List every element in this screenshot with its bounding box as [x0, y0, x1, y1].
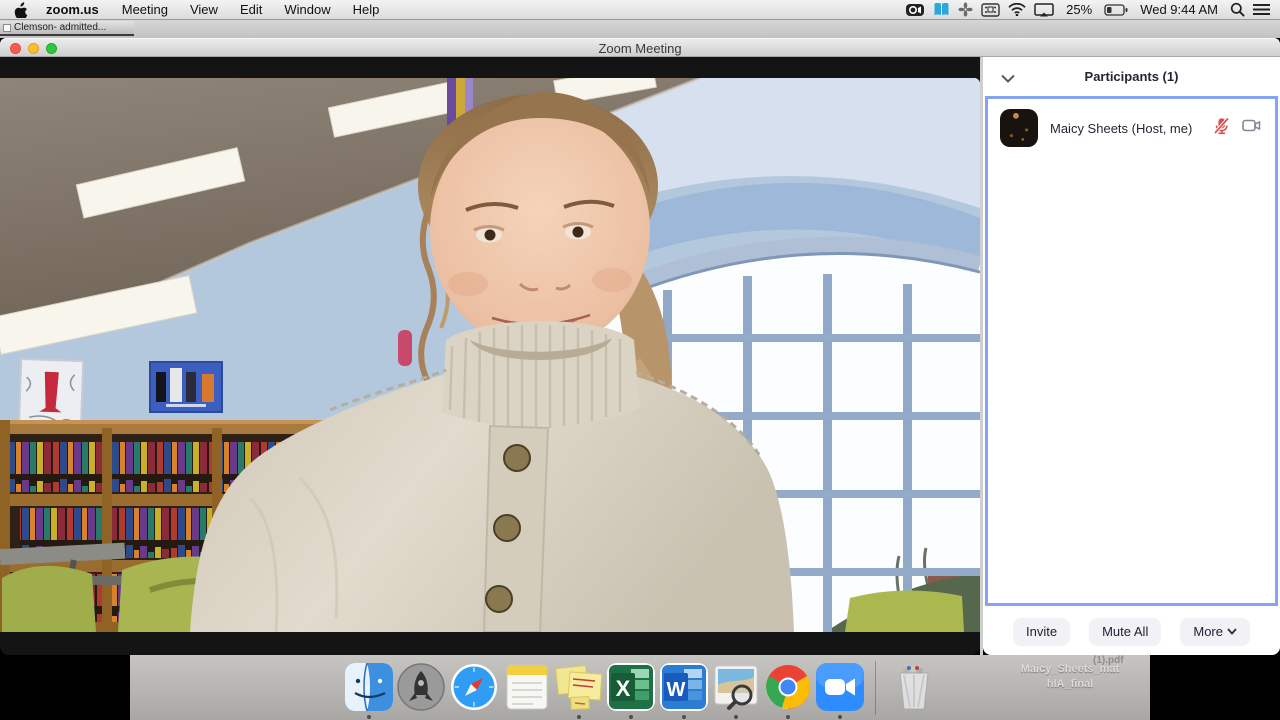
wifi-status-icon[interactable]	[1008, 3, 1026, 16]
library-scene	[0, 78, 980, 632]
spotlight-search-icon[interactable]	[1230, 2, 1245, 17]
red-tassel	[398, 330, 412, 366]
zoom-dock-icon[interactable]	[816, 663, 864, 711]
webcam-video-feed	[0, 78, 980, 632]
menu-window[interactable]: Window	[273, 0, 341, 20]
apple-menu-icon[interactable]	[0, 1, 34, 18]
zoom-status-icon[interactable]	[905, 3, 925, 17]
blue-poster	[149, 361, 223, 413]
word-dock-icon[interactable]: W	[660, 663, 708, 711]
preview-dock-icon[interactable]	[712, 663, 760, 711]
participant-name: Maicy Sheets (Host, me)	[1050, 120, 1193, 136]
notes-dock-icon[interactable]	[503, 663, 551, 711]
participants-panel: Participants (1) Maicy Sheets (Host, me)…	[983, 57, 1280, 655]
chevron-down-icon[interactable]	[1001, 70, 1017, 83]
menu-bar-clock[interactable]: Wed 9:44 AM	[1136, 2, 1222, 17]
menu-meeting[interactable]: Meeting	[111, 0, 179, 20]
chrome-dock-icon[interactable]	[764, 663, 812, 711]
participant-video-thumbnail	[1000, 109, 1038, 147]
finder-dock-icon[interactable]	[345, 662, 393, 712]
launchpad-dock-icon[interactable]	[397, 663, 445, 711]
invite-button[interactable]: Invite	[1013, 617, 1071, 646]
sweater-button	[493, 514, 521, 542]
background-window-strip: Clemson- admitted...	[0, 20, 1280, 38]
participants-list[interactable]: Maicy Sheets (Host, me)	[985, 96, 1278, 606]
excel-dock-icon[interactable]: X	[607, 663, 655, 711]
menu-edit[interactable]: Edit	[229, 0, 273, 20]
participants-panel-title: Participants (1)	[1084, 69, 1179, 84]
stickies-dock-icon[interactable]	[555, 663, 603, 711]
menu-bar: zoom.us Meeting View Edit Window Help 25…	[0, 0, 1280, 20]
background-tab-label: Clemson- admitted...	[14, 22, 107, 33]
notification-center-icon[interactable]	[1253, 3, 1270, 16]
sweater-collar	[442, 321, 640, 426]
word-glyph: W	[667, 679, 686, 701]
dock: X W	[130, 659, 1150, 720]
mute-all-button[interactable]: Mute All	[1089, 617, 1162, 646]
safari-dock-icon[interactable]	[450, 663, 498, 711]
menu-help[interactable]: Help	[342, 0, 391, 20]
video-on-icon	[1242, 119, 1261, 137]
excel-glyph: X	[616, 676, 631, 701]
background-window-tab[interactable]: Clemson- admitted...	[0, 21, 134, 36]
participants-panel-footer: Invite Mute All More	[983, 608, 1280, 655]
trash-dock-icon[interactable]	[890, 663, 938, 711]
fan-status-icon[interactable]	[958, 2, 973, 17]
mic-muted-icon	[1213, 116, 1230, 140]
dock-divider	[875, 661, 876, 715]
battery-percent: 25%	[1066, 2, 1093, 17]
zoom-video-window	[0, 57, 980, 655]
window-title: Zoom Meeting	[598, 41, 682, 56]
participants-panel-header: Participants (1)	[983, 57, 1280, 96]
book-app-status-icon[interactable]	[933, 2, 950, 17]
zoom-window-titlebar: Zoom Meeting	[0, 38, 1280, 57]
sweater-button	[503, 444, 531, 472]
sweater-button	[485, 585, 513, 613]
app-menu-zoomus[interactable]: zoom.us	[34, 2, 111, 17]
airplay-display-status-icon[interactable]	[1034, 2, 1054, 17]
keyboard-shortcut-status-icon[interactable]	[981, 2, 1000, 17]
participant-row[interactable]: Maicy Sheets (Host, me)	[988, 99, 1275, 157]
battery-icon	[1104, 3, 1128, 16]
menu-view[interactable]: View	[179, 0, 229, 20]
more-button[interactable]: More	[1180, 617, 1250, 646]
document-icon	[3, 23, 11, 32]
chevron-down-icon	[1227, 628, 1237, 635]
